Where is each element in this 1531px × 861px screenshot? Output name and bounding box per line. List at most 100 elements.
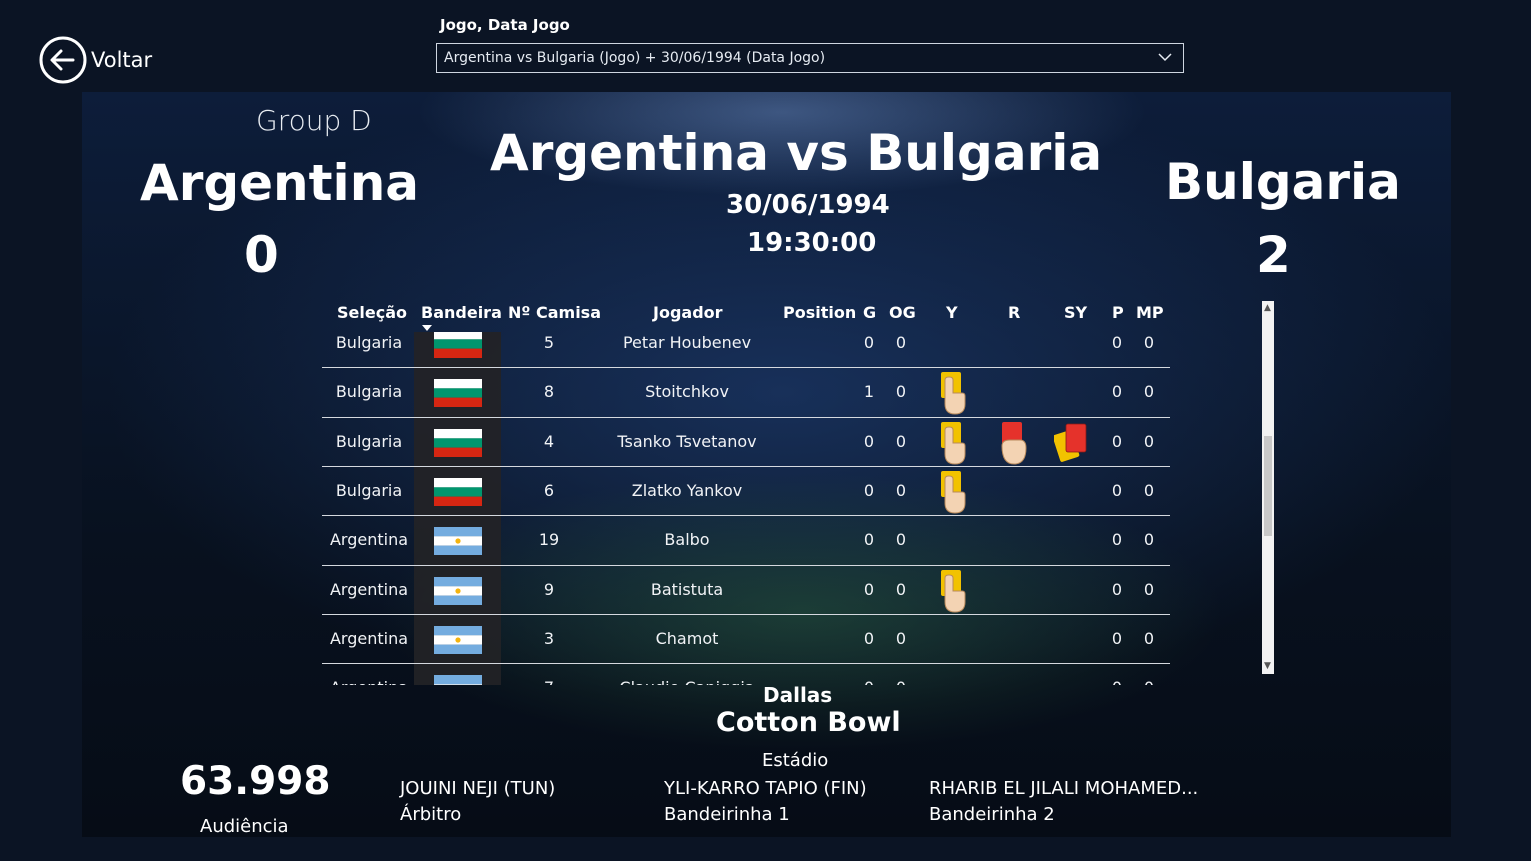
argentina-flag bbox=[434, 625, 482, 654]
match-title: Argentina vs Bulgaria bbox=[490, 124, 1103, 182]
col-header-number[interactable]: Nº Camisa bbox=[508, 303, 601, 322]
cell-number: 5 bbox=[543, 333, 555, 352]
cell-goals: 0 bbox=[863, 579, 875, 599]
col-header-own-goals[interactable]: OG bbox=[889, 303, 916, 322]
table-row[interactable]: Bulgaria 8 Stoitchkov 1 0 0 0 bbox=[322, 367, 1170, 417]
sort-descending-icon bbox=[422, 325, 432, 331]
yellow-card-icon bbox=[941, 421, 966, 465]
col-header-yellow[interactable]: Y bbox=[946, 303, 958, 322]
home-team-score: 0 bbox=[244, 226, 279, 284]
referee-role: Árbitro bbox=[400, 804, 462, 825]
yellow-card-icon bbox=[941, 569, 966, 613]
table-row[interactable]: Bulgaria 6 Zlatko Yankov 0 0 0 0 bbox=[322, 465, 1170, 516]
group-label: Group D bbox=[256, 104, 372, 137]
audience-label: Audiência bbox=[200, 816, 289, 837]
cell-team: Argentina bbox=[329, 530, 409, 550]
yellow-card-icon bbox=[941, 372, 966, 415]
venue-stadium: Cotton Bowl bbox=[716, 707, 901, 738]
cell-missed-penalties: 0 bbox=[1143, 382, 1155, 402]
cell-number: 19 bbox=[538, 530, 560, 550]
cell-missed-penalties: 0 bbox=[1144, 678, 1154, 685]
col-header-red[interactable]: R bbox=[1008, 303, 1020, 322]
table-row[interactable]: Argentina 19 Balbo 0 0 0 0 bbox=[322, 515, 1170, 565]
cell-number: 8 bbox=[543, 382, 555, 402]
yellow-card-icon bbox=[941, 470, 966, 514]
table-row[interactable]: Argentina 3 Chamot 0 0 0 0 bbox=[322, 613, 1170, 664]
away-team-name: Bulgaria bbox=[1165, 153, 1401, 211]
cell-own-goals: 0 bbox=[895, 480, 907, 500]
table-row[interactable]: Bulgaria 5 Petar Houbenev 0 0 0 0 bbox=[322, 332, 1170, 368]
assistant2-name: RHARIB EL JILALI MOHAMED... bbox=[929, 778, 1199, 799]
argentina-flag bbox=[434, 527, 482, 556]
match-time: 19:30:00 bbox=[747, 228, 877, 258]
back-label: Voltar bbox=[91, 48, 153, 72]
players-table: Seleção Bandeira Nº Camisa Jogador Posit… bbox=[322, 296, 1172, 685]
cell-own-goals: 0 bbox=[895, 333, 907, 352]
cell-missed-penalties: 0 bbox=[1143, 579, 1155, 599]
home-team-name: Argentina bbox=[140, 154, 420, 212]
cell-team: Bulgaria bbox=[335, 333, 403, 352]
audience-value: 63.998 bbox=[180, 759, 331, 804]
cell-penalties: 0 bbox=[1111, 382, 1123, 402]
table-body[interactable]: Bulgaria 5 Petar Houbenev 0 0 0 0 Bulgaria 8 Stoi… bbox=[322, 332, 1172, 685]
cell-player: Balbo bbox=[664, 530, 710, 550]
away-team-score: 2 bbox=[1256, 226, 1291, 284]
cell-team: Argentina bbox=[330, 678, 408, 685]
cell-penalties: 0 bbox=[1111, 628, 1123, 648]
cell-own-goals: 0 bbox=[895, 530, 907, 550]
chevron-down-icon bbox=[1158, 53, 1172, 62]
argentina-flag bbox=[434, 576, 482, 605]
cell-own-goals: 0 bbox=[895, 382, 907, 402]
match-slicer-value: Argentina vs Bulgaria (Jogo) + 30/06/199… bbox=[444, 50, 826, 66]
cell-number: 3 bbox=[543, 628, 555, 648]
cell-player: Petar Houbenev bbox=[622, 333, 752, 352]
cell-penalties: 0 bbox=[1111, 530, 1123, 550]
bulgaria-flag bbox=[434, 332, 482, 358]
col-header-second-yellow[interactable]: SY bbox=[1064, 303, 1087, 322]
cell-penalties: 0 bbox=[1111, 431, 1123, 451]
table-scrollbar[interactable]: ▲ ▼ bbox=[1262, 301, 1274, 674]
second-yellow-card-icon bbox=[1054, 423, 1087, 462]
table-row[interactable]: Argentina 9 Batistuta 0 0 0 0 bbox=[322, 564, 1170, 615]
cell-player: Stoitchkov bbox=[645, 382, 729, 402]
cell-team: Argentina bbox=[329, 579, 409, 599]
scroll-up-icon[interactable]: ▲ bbox=[1264, 304, 1271, 313]
match-date: 30/06/1994 bbox=[726, 190, 890, 220]
cell-goals: 0 bbox=[863, 530, 875, 550]
cell-number: 4 bbox=[543, 431, 555, 451]
assistant1-name: YLI-KARRO TAPIO (FIN) bbox=[664, 778, 867, 799]
referee-name: JOUINI NEJI (TUN) bbox=[400, 778, 556, 799]
cell-number: 7 bbox=[544, 678, 554, 685]
cell-player: Batistuta bbox=[650, 579, 724, 599]
cell-penalties: 0 bbox=[1112, 678, 1122, 685]
red-card-icon bbox=[1001, 421, 1027, 465]
col-header-flag[interactable]: Bandeira bbox=[421, 303, 502, 322]
cell-missed-penalties: 0 bbox=[1143, 431, 1155, 451]
scroll-down-icon[interactable]: ▼ bbox=[1264, 662, 1271, 671]
col-header-player[interactable]: Jogador bbox=[653, 303, 723, 322]
cell-goals: 0 bbox=[863, 628, 875, 648]
cell-penalties: 0 bbox=[1111, 333, 1123, 352]
cell-goals: 0 bbox=[863, 431, 875, 451]
match-slicer-dropdown[interactable]: Argentina vs Bulgaria (Jogo) + 30/06/199… bbox=[436, 43, 1184, 73]
table-row[interactable]: Argentina 7 Claudio Caniggia 0 0 0 0 bbox=[322, 663, 1170, 685]
cell-number: 9 bbox=[543, 579, 555, 599]
table-header: Seleção Bandeira Nº Camisa Jogador Posit… bbox=[322, 296, 1172, 332]
back-button[interactable]: Voltar bbox=[39, 36, 152, 84]
table-row[interactable]: Bulgaria 4 Tsanko Tsvetanov 0 0 0 0 bbox=[322, 416, 1170, 467]
cell-own-goals: 0 bbox=[895, 579, 907, 599]
cell-team: Argentina bbox=[329, 628, 409, 648]
scrollbar-thumb[interactable] bbox=[1264, 436, 1272, 536]
cell-own-goals: 0 bbox=[895, 431, 907, 451]
cell-team: Bulgaria bbox=[335, 431, 403, 451]
cell-own-goals: 0 bbox=[895, 628, 907, 648]
cell-goals: 0 bbox=[863, 333, 875, 352]
col-header-penalties[interactable]: P bbox=[1112, 303, 1124, 322]
col-header-missed-penalties[interactable]: MP bbox=[1136, 303, 1164, 322]
col-header-goals[interactable]: G bbox=[863, 303, 876, 322]
col-header-team[interactable]: Seleção bbox=[337, 303, 407, 322]
col-header-position[interactable]: Position bbox=[783, 303, 856, 322]
cell-penalties: 0 bbox=[1111, 480, 1123, 500]
cell-missed-penalties: 0 bbox=[1143, 333, 1155, 352]
cell-goals: 0 bbox=[863, 480, 875, 500]
